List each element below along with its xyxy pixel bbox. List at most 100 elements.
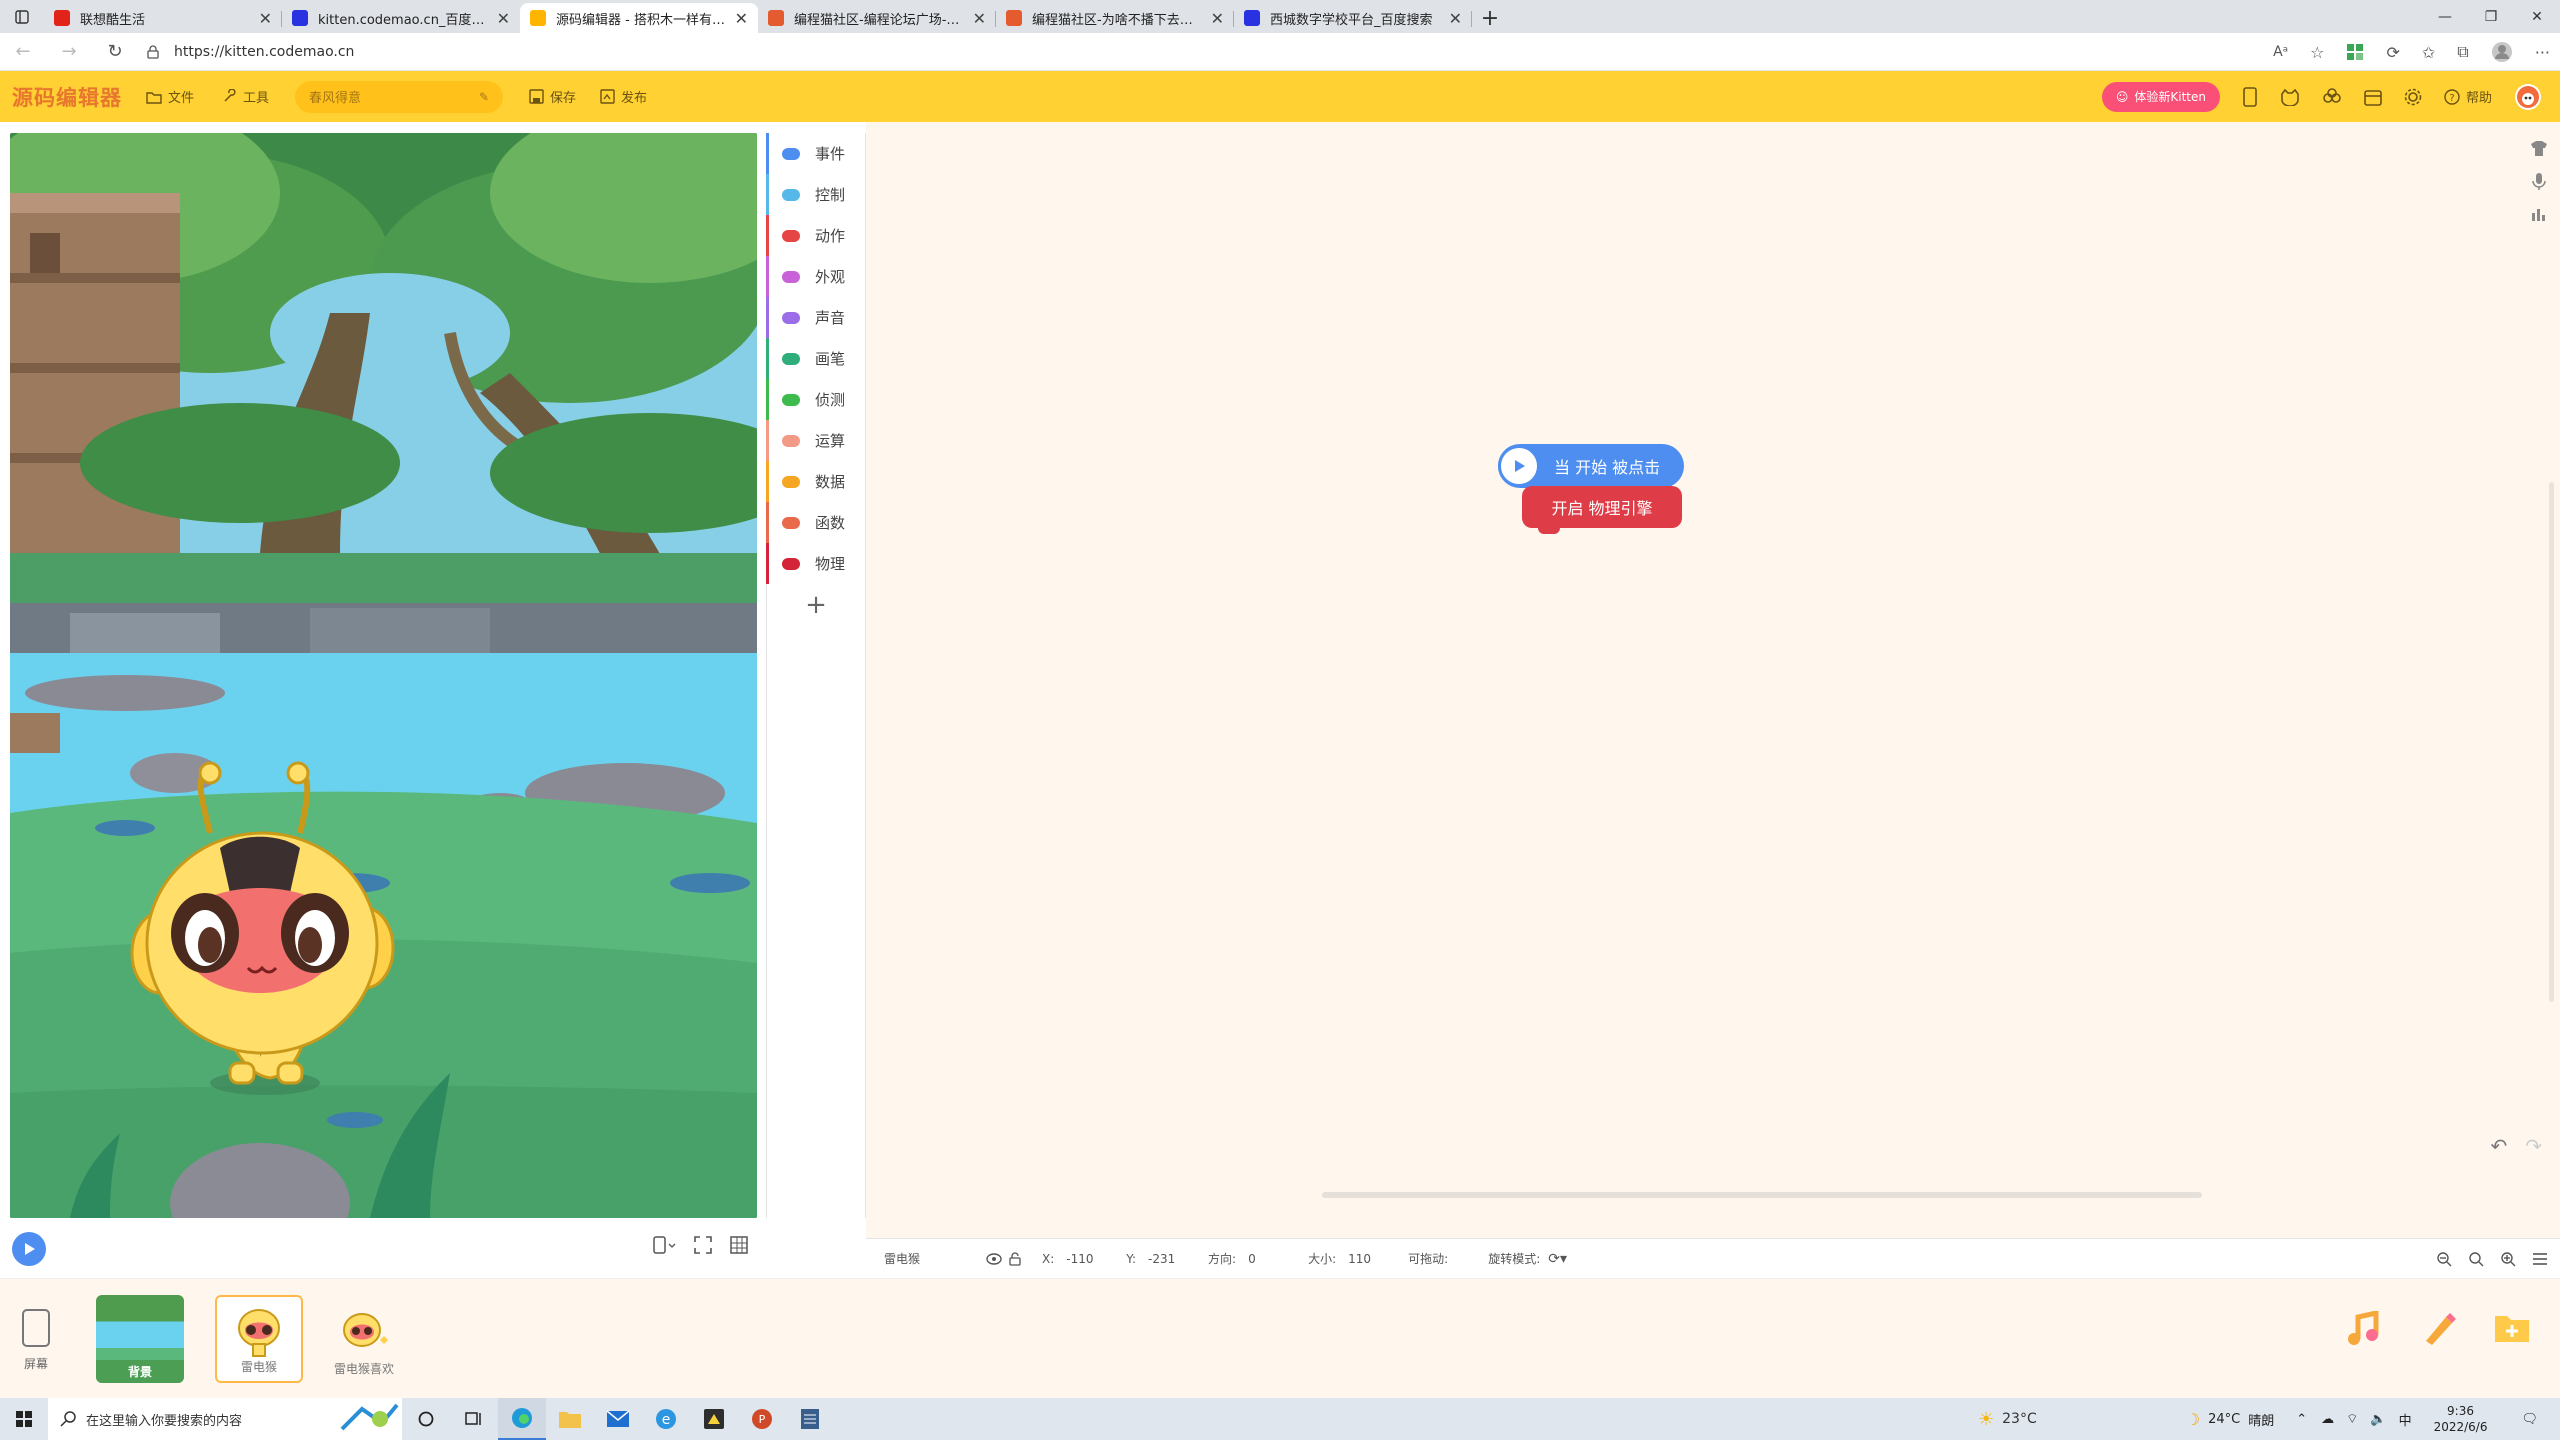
code-workspace[interactable]: 当 开始 被点击 开启 物理引擎 ↶ ↷ [866,122,2560,1238]
close-window-icon[interactable]: ✕ [2514,0,2560,33]
back-icon[interactable]: ← [0,41,46,62]
tab-close-icon[interactable]: ✕ [735,9,748,28]
device-icon[interactable] [2242,86,2258,107]
maximize-icon[interactable]: ❐ [2468,0,2514,33]
screen-selector[interactable]: 屏幕 [20,1309,52,1372]
sprite-thumbnail-monkey-like[interactable]: 雷电猴喜欢 [320,1295,408,1383]
y-input[interactable]: -231 [1148,1252,1188,1266]
powerpoint-icon[interactable]: P [738,1408,786,1430]
add-folder-icon[interactable] [2494,1311,2530,1347]
sound-mic-icon[interactable] [2530,172,2548,190]
x-input[interactable]: -110 [1066,1252,1106,1266]
favorites-icon[interactable]: ✩ [2422,43,2435,62]
paint-brush-icon[interactable] [2420,1311,2456,1347]
edge-browser-icon[interactable] [498,1398,546,1440]
workspace-vertical-scrollbar[interactable] [2549,482,2554,1002]
network-icon[interactable]: ⌔ [2346,1411,2358,1427]
calendar-icon[interactable] [2364,88,2382,106]
mail-icon[interactable] [594,1410,642,1428]
settings-gear-icon[interactable] [2404,88,2422,106]
costume-shirt-icon[interactable] [2530,140,2548,156]
browser-tab[interactable]: 西城数字学校平台_百度搜索 ✕ [1234,3,1472,33]
visibility-eye-icon[interactable] [986,1252,1002,1265]
variables-chart-icon[interactable] [2530,206,2548,222]
tools-menu[interactable]: 工具 [222,87,269,106]
ime-indicator[interactable]: 中 [2399,1410,2412,1429]
volume-icon[interactable]: 🔈 [2370,1412,2386,1427]
rotation-mode-dropdown[interactable]: ⟳▾ [1548,1251,1567,1267]
category-motion[interactable]: 动作 [766,215,865,256]
read-aloud-icon[interactable]: Aᵃ [2273,44,2288,60]
taskbar-search-box[interactable]: 在这里输入你要搜索的内容 [48,1398,402,1440]
extension-icon[interactable] [2346,43,2364,61]
category-magnet[interactable]: 物理 [766,543,865,584]
file-menu[interactable]: 文件 [146,87,194,106]
tab-close-icon[interactable]: ✕ [1211,9,1224,28]
try-kitten-button[interactable]: ☺ 体验新Kitten [2101,81,2220,112]
stage-canvas[interactable] [10,133,757,1218]
list-menu-icon[interactable] [2532,1252,2548,1266]
run-button[interactable] [12,1232,46,1266]
browser-tab[interactable]: 编程猫社区-编程论坛广场-编程猫 ✕ [758,3,996,33]
tray-chevron-icon[interactable]: ⌃ [2296,1412,2307,1427]
browser-tab[interactable]: 联想酷生活 ✕ [44,3,282,33]
category-sensor[interactable]: 侦测 [766,379,865,420]
tab-close-icon[interactable]: ✕ [497,9,510,28]
user-avatar[interactable] [2514,83,2542,111]
browser-tab[interactable]: 编程猫社区-为啥不播下去？-编程 ✕ [996,3,1234,33]
tab-close-icon[interactable]: ✕ [973,9,986,28]
category-grid[interactable]: 运算 [766,420,865,461]
profile-avatar[interactable] [2491,41,2513,63]
direction-input[interactable]: 0 [1248,1252,1288,1266]
help-button[interactable]: ? 帮助 [2444,87,2492,106]
grid-toggle-icon[interactable] [730,1236,748,1254]
clock[interactable]: 9:36 2022/6/6 [2434,1403,2488,1435]
url-field[interactable]: https://kitten.codemao.cn [174,44,354,60]
category-microphone[interactable]: 声音 [766,297,865,338]
more-menu-icon[interactable]: ··· [2535,43,2550,62]
tab-close-icon[interactable]: ✕ [1449,9,1462,28]
sprite-name-field[interactable]: 雷电猴 [884,1250,974,1267]
refresh-icon[interactable]: ↻ [92,41,138,62]
onedrive-icon[interactable]: ☁ [2321,1412,2334,1427]
sync-icon[interactable]: ⟳ [2386,43,2399,62]
task-view-icon[interactable] [450,1411,498,1427]
cat-face-icon[interactable] [2280,88,2300,106]
notepad-icon[interactable] [786,1408,834,1430]
lock-toggle-icon[interactable] [1008,1251,1022,1266]
tab-close-icon[interactable]: ✕ [259,9,272,28]
category-gamepad[interactable]: 控制 [766,174,865,215]
when-start-clicked-block[interactable]: 当 开始 被点击 [1498,444,1684,488]
windows-start-icon[interactable] [0,1410,48,1428]
forward-icon[interactable]: → [46,41,92,62]
weather-widget-1[interactable]: ☀ 23°C [1978,1398,2037,1440]
category-function[interactable]: 函数 [766,502,865,543]
redo-icon[interactable]: ↷ [2525,1134,2542,1158]
minimize-icon[interactable]: — [2422,0,2468,33]
device-orientation-icon[interactable] [652,1236,676,1254]
collections-icon[interactable]: ⧉ [2457,42,2468,62]
community-icon[interactable] [2322,87,2342,106]
workspace-horizontal-scrollbar[interactable] [1322,1192,2202,1198]
sprite-thumbnail-monkey[interactable]: 雷电猴 [215,1295,303,1383]
notification-icon[interactable]: 🗨 [2521,1412,2538,1427]
zoom-in-icon[interactable] [2500,1251,2516,1267]
tab-actions-icon[interactable] [0,0,44,33]
app-icon-green[interactable] [690,1408,738,1430]
weather-temp-2[interactable]: 24°C [2208,1412,2240,1427]
zoom-out-icon[interactable] [2436,1251,2452,1267]
add-extension-button[interactable]: + [767,584,865,625]
app-logo[interactable]: 源码编辑器 [12,82,122,112]
category-pen[interactable]: 画笔 [766,338,865,379]
category-bar-chart[interactable]: 数据 [766,461,865,502]
weather-moon-icon[interactable]: ☽ [2186,1410,2200,1429]
cortana-icon[interactable] [402,1411,450,1427]
fullscreen-icon[interactable] [694,1236,712,1254]
favorite-add-icon[interactable]: ☆ [2310,43,2324,62]
ie-icon[interactable]: e [642,1407,690,1431]
save-button[interactable]: 保存 [529,87,576,106]
file-explorer-icon[interactable] [546,1409,594,1429]
enable-physics-block[interactable]: 开启 物理引擎 [1522,486,1682,534]
browser-tab[interactable]: kitten.codemao.cn_百度搜索 ✕ [282,3,520,33]
undo-icon[interactable]: ↶ [2490,1134,2507,1158]
